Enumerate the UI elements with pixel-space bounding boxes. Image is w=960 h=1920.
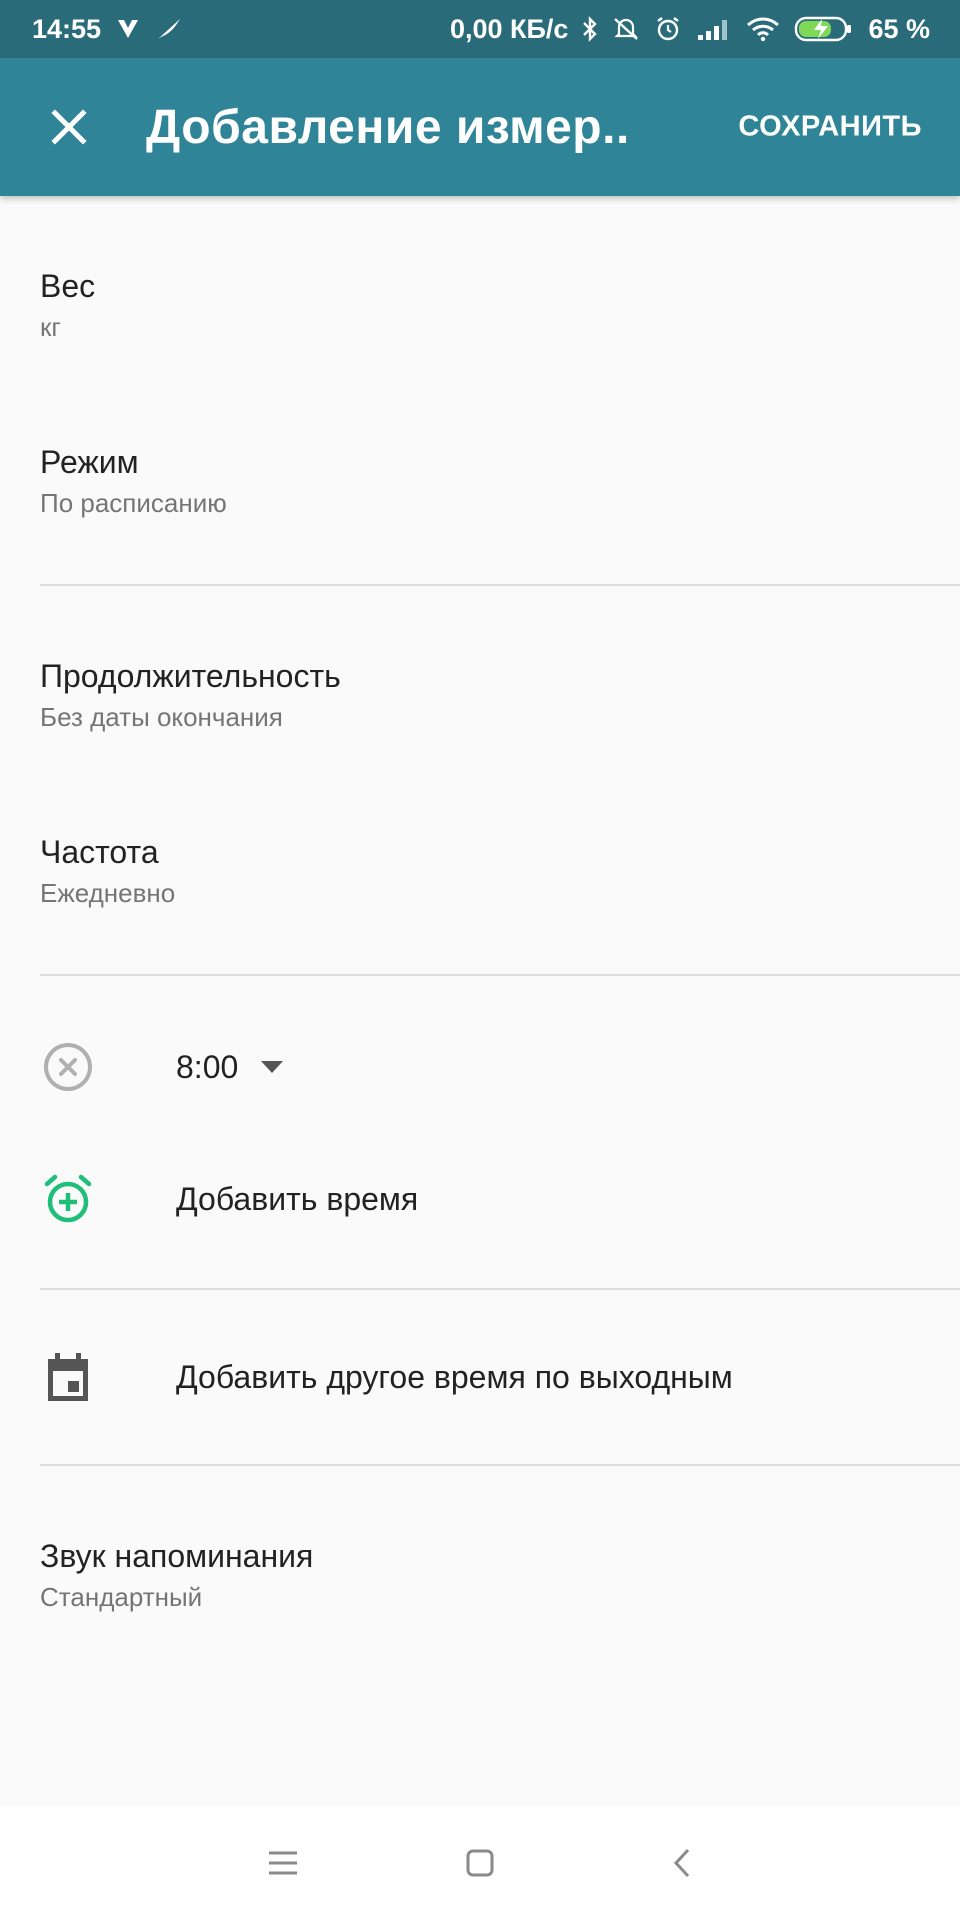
add-time-row[interactable]: Добавить время — [0, 1154, 960, 1244]
app-notification-icon — [115, 17, 141, 41]
divider — [40, 1288, 960, 1290]
weight-setting[interactable]: Вес кг — [40, 266, 960, 344]
battery-charging-icon — [794, 15, 854, 43]
divider — [40, 1464, 960, 1466]
settings-list: Вес кг Режим По расписанию Продолжительн… — [0, 196, 960, 1806]
time-dropdown[interactable]: 8:00 — [176, 1049, 284, 1086]
back-button[interactable] — [652, 1833, 712, 1893]
home-button[interactable] — [450, 1833, 510, 1893]
time-entry-row: 8:00 — [0, 1022, 960, 1112]
menu-button[interactable] — [253, 1833, 313, 1893]
calendar-icon-slot — [40, 1349, 96, 1405]
add-alarm-icon-slot — [40, 1171, 96, 1227]
dropdown-arrow-icon — [261, 1061, 284, 1073]
divider — [40, 584, 960, 586]
duration-value: Без даты окончания — [40, 702, 283, 732]
reminder-sound-setting[interactable]: Звук напоминания Стандартный — [40, 1536, 960, 1614]
add-alarm-icon — [44, 1174, 92, 1223]
weekend-time-row[interactable]: Добавить другое время по выходным — [0, 1332, 960, 1422]
divider — [40, 974, 960, 976]
reminder-sound-value: Стандартный — [40, 1582, 203, 1612]
frequency-label: Частота — [40, 834, 159, 870]
wifi-icon — [746, 16, 780, 42]
close-icon — [51, 109, 87, 145]
feather-notification-icon — [155, 17, 183, 41]
weight-label: Вес — [40, 268, 96, 304]
system-nav-bar — [0, 1806, 960, 1920]
bluetooth-icon — [582, 16, 598, 42]
app-bar: Добавление измер... СОХРАНИТЬ — [0, 58, 960, 196]
frequency-setting[interactable]: Частота Ежедневно — [40, 832, 960, 910]
status-time: 14:55 — [32, 13, 102, 44]
mode-value: По расписанию — [40, 488, 227, 518]
status-bar: 14:55 0,00 КБ/с 65 % — [0, 0, 960, 58]
duration-setting[interactable]: Продолжительность Без даты окончания — [40, 656, 960, 734]
home-square-icon — [466, 1849, 494, 1877]
network-speed: 0,00 КБ/с — [449, 13, 569, 44]
remove-time-button[interactable] — [40, 1039, 96, 1095]
calendar-icon — [48, 1353, 88, 1401]
mode-setting[interactable]: Режим По расписанию — [40, 442, 960, 520]
battery-percent: 65 % — [868, 13, 930, 44]
mode-label: Режим — [40, 444, 139, 480]
frequency-value: Ежедневно — [40, 878, 176, 908]
signal-icon — [696, 17, 732, 41]
add-time-label: Добавить время — [176, 1180, 419, 1217]
save-button[interactable]: СОХРАНИТЬ — [738, 111, 922, 144]
close-button[interactable] — [34, 92, 104, 162]
weekend-time-label: Добавить другое время по выходным — [176, 1358, 733, 1395]
remove-circle-icon — [44, 1043, 92, 1091]
time-value: 8:00 — [176, 1048, 239, 1085]
back-chevron-icon — [673, 1848, 690, 1878]
alarm-icon — [654, 15, 682, 43]
duration-label: Продолжительность — [40, 658, 341, 694]
page-title: Добавление измер... — [146, 100, 626, 154]
silent-bell-icon — [612, 16, 640, 42]
reminder-sound-label: Звук напоминания — [40, 1538, 314, 1574]
menu-icon — [269, 1851, 297, 1875]
weight-unit: кг — [40, 312, 61, 342]
